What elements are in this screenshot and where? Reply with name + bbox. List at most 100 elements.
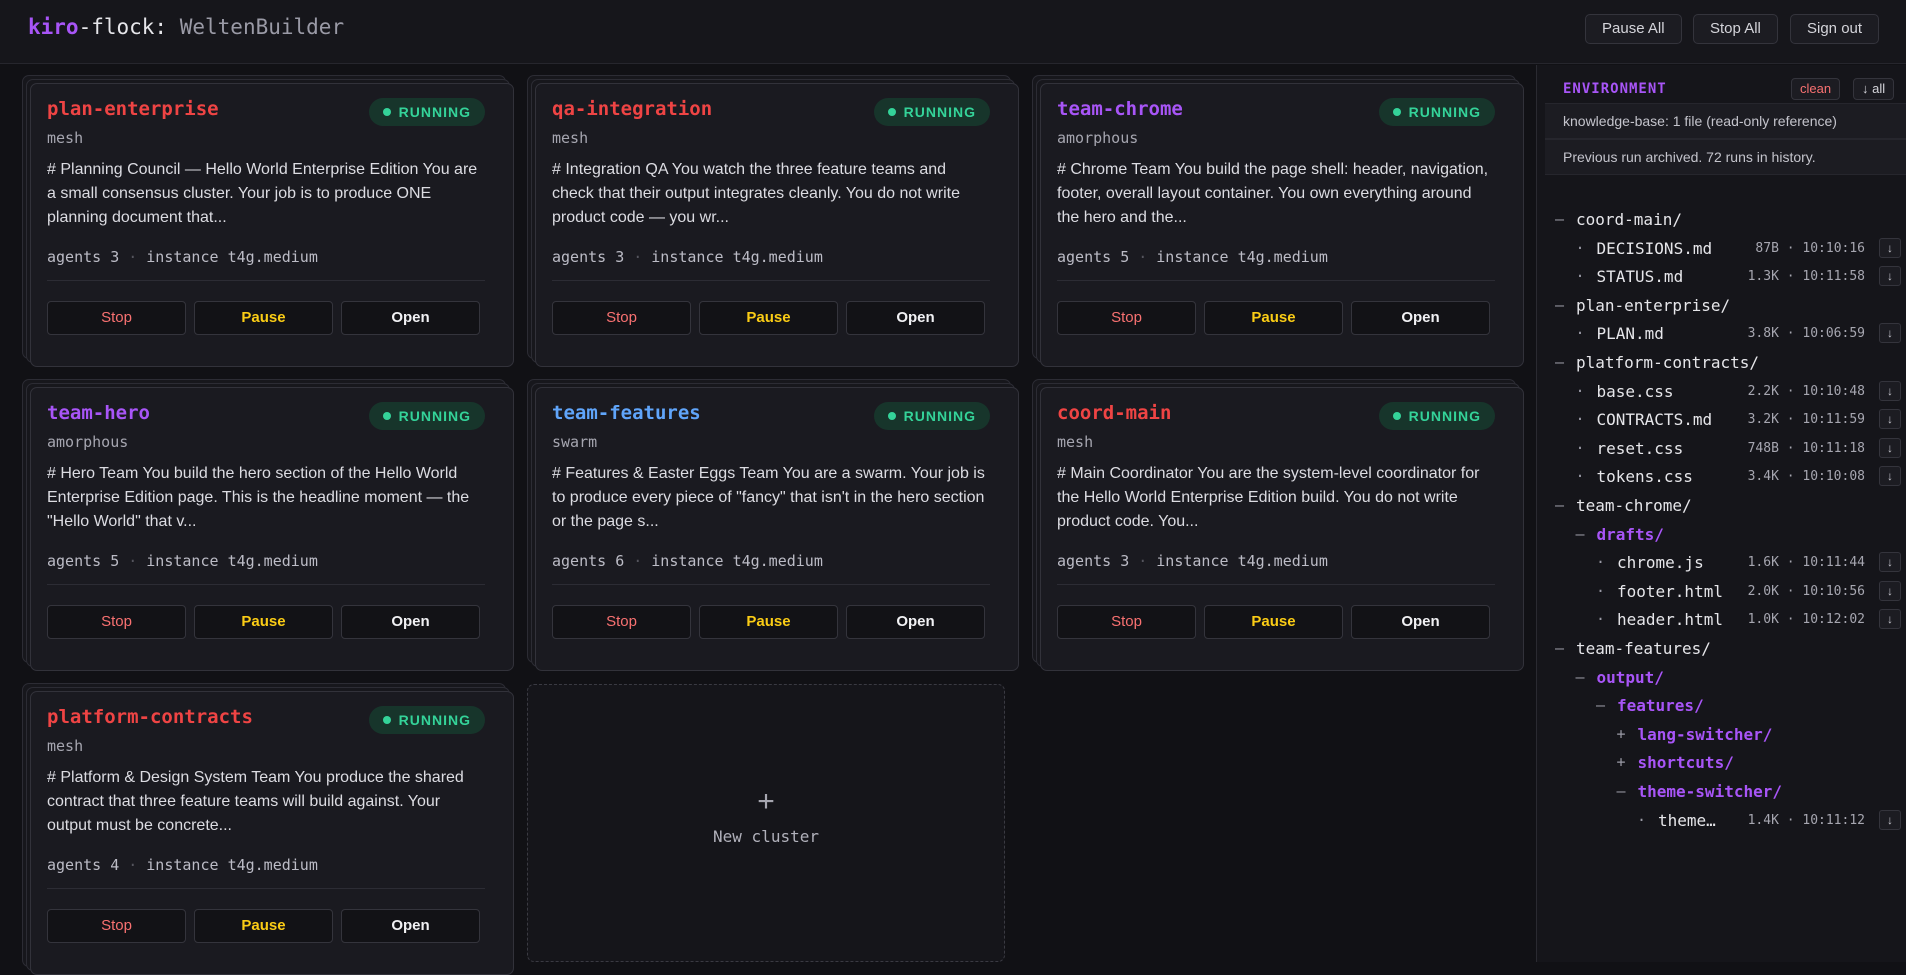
expand-toggle-icon[interactable]: – — [1555, 296, 1564, 314]
tree-folder-row[interactable]: – team-chrome/ — [1545, 491, 1906, 519]
stop-button[interactable]: Stop — [552, 301, 691, 335]
pause-button[interactable]: Pause — [699, 605, 838, 639]
open-button[interactable]: Open — [1351, 301, 1490, 335]
status-dot-icon — [1392, 412, 1401, 420]
cluster-card[interactable]: plan-enterprise RUNNING mesh # Planning Cou… — [30, 83, 514, 367]
open-button[interactable]: Open — [846, 301, 985, 335]
stop-button[interactable]: Stop — [47, 605, 186, 639]
pause-button[interactable]: Pause — [194, 909, 333, 943]
tree-folder-row[interactable]: – coord-main/ — [1545, 205, 1906, 233]
download-icon[interactable]: ↓ — [1879, 380, 1901, 401]
cluster-card[interactable]: team-features RUNNING swarm # Features & Ea… — [535, 387, 1019, 671]
tree-folder-row[interactable]: – output/ — [1545, 663, 1906, 691]
expand-toggle-icon[interactable]: – — [1555, 496, 1564, 514]
cluster-description: # Main Coordinator You are the system-le… — [1057, 465, 1480, 530]
cluster-topology: mesh — [47, 737, 84, 755]
expand-toggle-icon[interactable]: + — [1617, 725, 1626, 743]
cluster-card[interactable]: platform-contracts RUNNING mesh # Platform … — [30, 691, 514, 975]
tree-item-name: theme-switcher/ — [1637, 782, 1783, 801]
status-text: RUNNING — [903, 408, 976, 424]
file-bullet-icon: · — [1575, 238, 1585, 257]
download-icon[interactable]: ↓ — [1879, 580, 1901, 601]
expand-toggle-icon[interactable]: – — [1576, 668, 1585, 686]
instance-type: t4g.medium — [227, 248, 318, 266]
tree-file-row[interactable]: · PLAN.md 3.8K · 10:06:59 ↓ — [1545, 319, 1906, 347]
tree-folder-row[interactable]: – theme-switcher/ — [1545, 777, 1906, 805]
download-all-button[interactable]: ↓ all — [1853, 78, 1895, 100]
download-icon[interactable]: ↓ — [1879, 552, 1901, 573]
tree-file-row[interactable]: · footer.html 2.0K · 10:10:56 ↓ — [1545, 577, 1906, 605]
open-button[interactable]: Open — [846, 605, 985, 639]
pause-button[interactable]: Pause — [699, 301, 838, 335]
new-cluster-button[interactable]: + New cluster — [527, 684, 1005, 962]
card-divider — [1057, 584, 1495, 585]
brand-prefix: kiro — [28, 15, 79, 39]
pause-button[interactable]: Pause — [194, 605, 333, 639]
file-meta: 3.2K · 10:11:59 — [1747, 412, 1865, 428]
expand-toggle-icon[interactable]: – — [1555, 639, 1564, 657]
tree-file-row[interactable]: · base.css 2.2K · 10:10:48 ↓ — [1545, 377, 1906, 405]
tree-file-row[interactable]: · tokens.css 3.4K · 10:10:08 ↓ — [1545, 462, 1906, 490]
stop-button[interactable]: Stop — [552, 605, 691, 639]
cluster-meta: agents 3 · instance t4g.medium — [47, 248, 318, 266]
open-button[interactable]: Open — [1351, 605, 1490, 639]
download-icon[interactable]: ↓ — [1879, 809, 1901, 830]
tree-file-row[interactable]: · CONTRACTS.md 3.2K · 10:11:59 ↓ — [1545, 405, 1906, 433]
sign-out-button[interactable]: Sign out — [1790, 14, 1880, 44]
pause-button[interactable]: Pause — [1204, 605, 1343, 639]
stop-all-button[interactable]: Stop All — [1693, 14, 1778, 44]
download-icon[interactable]: ↓ — [1879, 237, 1901, 258]
tree-folder-row[interactable]: + shortcuts/ — [1545, 748, 1906, 776]
tree-file-row[interactable]: · reset.css 748B · 10:11:18 ↓ — [1545, 434, 1906, 462]
pause-button[interactable]: Pause — [194, 301, 333, 335]
tree-item-name: plan-enterprise/ — [1576, 295, 1731, 315]
tree-file-row[interactable]: · theme… 1.4K · 10:11:12 ↓ — [1545, 806, 1906, 834]
cluster-card[interactable]: team-chrome RUNNING amorphous # Chrome Team… — [1040, 83, 1524, 367]
expand-toggle-icon[interactable]: + — [1617, 753, 1626, 771]
pause-button[interactable]: Pause — [1204, 301, 1343, 335]
cluster-topology: amorphous — [47, 433, 129, 451]
cluster-card-qa-integration: qa-integration RUNNING mesh # Integration Q… — [527, 75, 1019, 367]
file-bullet-icon: · — [1575, 467, 1585, 486]
stop-button[interactable]: Stop — [47, 301, 186, 335]
tree-folder-row[interactable]: – features/ — [1545, 691, 1906, 719]
stop-button[interactable]: Stop — [47, 909, 186, 943]
pause-all-button[interactable]: Pause All — [1585, 14, 1682, 44]
cluster-card[interactable]: coord-main RUNNING mesh # Main Coordinator … — [1040, 387, 1524, 671]
download-icon[interactable]: ↓ — [1879, 266, 1901, 287]
cluster-card[interactable]: qa-integration RUNNING mesh # Integration Q… — [535, 83, 1019, 367]
clean-button[interactable]: clean — [1791, 78, 1841, 100]
tree-folder-row[interactable]: – drafts/ — [1545, 520, 1906, 548]
download-icon[interactable]: ↓ — [1879, 466, 1901, 487]
open-button[interactable]: Open — [341, 909, 480, 943]
tree-folder-row[interactable]: – platform-contracts/ — [1545, 348, 1906, 376]
tree-file-row[interactable]: · chrome.js 1.6K · 10:11:44 ↓ — [1545, 548, 1906, 576]
open-button[interactable]: Open — [341, 605, 480, 639]
environment-panel: ENVIRONMENT clean ↓ all knowledge-base: … — [1536, 65, 1906, 962]
stop-button[interactable]: Stop — [1057, 301, 1196, 335]
expand-toggle-icon[interactable]: – — [1555, 353, 1564, 371]
tree-file-row[interactable]: · header.html 1.0K · 10:12:02 ↓ — [1545, 605, 1906, 633]
card-divider — [47, 888, 485, 889]
status-text: RUNNING — [398, 408, 471, 424]
tree-file-row[interactable]: · DECISIONS.md 87B · 10:10:16 ↓ — [1545, 234, 1906, 262]
meta-separator: · — [128, 856, 138, 874]
agents-label: agents — [552, 248, 607, 266]
download-icon[interactable]: ↓ — [1879, 437, 1901, 458]
expand-toggle-icon[interactable]: – — [1596, 696, 1605, 714]
tree-folder-row[interactable]: + lang-switcher/ — [1545, 720, 1906, 748]
stop-button[interactable]: Stop — [1057, 605, 1196, 639]
tree-folder-row[interactable]: – team-features/ — [1545, 634, 1906, 662]
download-icon[interactable]: ↓ — [1879, 323, 1901, 344]
status-dot-icon — [382, 412, 391, 420]
tree-file-row[interactable]: · STATUS.md 1.3K · 10:11:58 ↓ — [1545, 262, 1906, 290]
open-button[interactable]: Open — [341, 301, 480, 335]
cluster-topology: mesh — [1057, 433, 1094, 451]
expand-toggle-icon[interactable]: – — [1576, 525, 1585, 543]
download-icon[interactable]: ↓ — [1879, 609, 1901, 630]
expand-toggle-icon[interactable]: – — [1617, 782, 1626, 800]
expand-toggle-icon[interactable]: – — [1555, 210, 1564, 228]
tree-folder-row[interactable]: – plan-enterprise/ — [1545, 291, 1906, 319]
download-icon[interactable]: ↓ — [1879, 409, 1901, 430]
cluster-card[interactable]: team-hero RUNNING amorphous # Hero Team You… — [30, 387, 514, 671]
